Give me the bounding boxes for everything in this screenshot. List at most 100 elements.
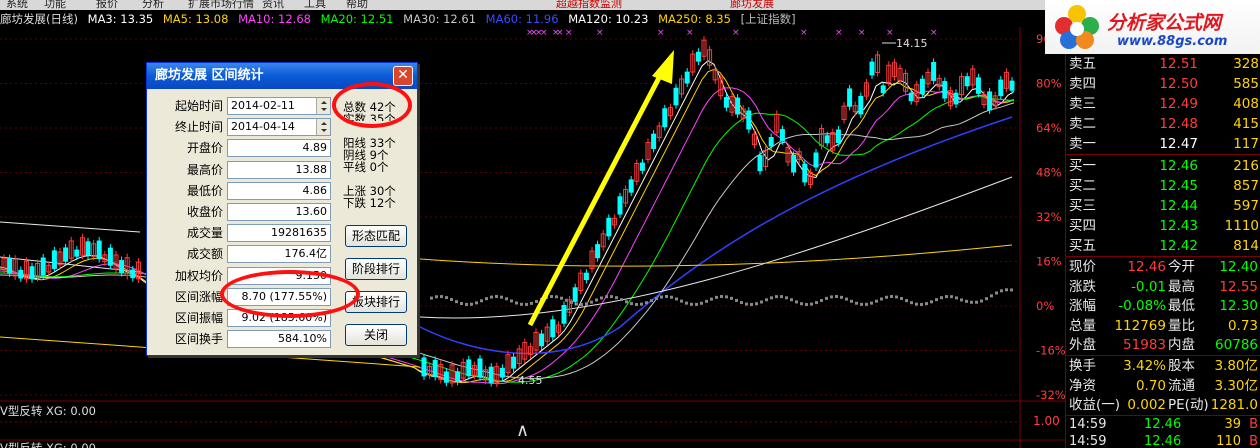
close-icon[interactable]: ✕ [393,66,413,86]
sell-price: 12.48 [1159,116,1198,132]
info-value-2: 12.40 [1219,259,1258,275]
menu-item-ext-market[interactable]: 扩展市场行情 [188,0,254,10]
candle-body [617,196,623,215]
index-tag[interactable]: [上证指数] [741,12,796,26]
menu-item-help[interactable]: 帮助 [346,0,368,10]
candle-body [768,137,774,147]
index-overlay-dot [605,295,608,299]
highlight-ellipse-total [332,82,412,128]
info-label: 涨跌 [1069,278,1096,295]
pct-tick-label: 80% [1036,77,1062,91]
menu-item-news[interactable]: 资讯 [262,0,284,10]
index-overlay-dot [480,299,483,303]
menu-item-index-monitor[interactable]: 超越指数监测 [556,0,622,10]
tick-side: B [1249,433,1258,448]
close-button[interactable]: 关闭 [345,324,407,346]
field-value-text: 584.10% [278,332,327,346]
sell-volume: 415 [1233,116,1259,132]
chart-title: 廊坊发展(日线) [0,12,78,26]
index-overlay-dot [725,295,728,299]
tick-volume: 39 [1224,416,1241,432]
field-row: 终止时间 2014-04-14 [147,116,337,138]
buy-row: 买四 12.43 1110 [1066,216,1260,236]
tick-volume: 110 [1216,433,1241,448]
stage-rank-button[interactable]: 阶段排行 [345,258,407,280]
date-input[interactable]: 2014-02-11 [227,97,331,115]
field-label: 最高价 [186,162,223,177]
candle-body [880,85,886,94]
spinner-icon[interactable] [316,119,330,136]
field-label: 加权均价 [174,268,223,283]
index-overlay-dot [430,296,433,300]
candle-body [96,240,102,260]
index-overlay-dot [1005,288,1008,292]
candle-body [975,77,981,94]
sell-row: 卖五 12.51 328 [1066,54,1260,74]
candle-body [695,51,701,62]
index-overlay-dot [825,296,828,300]
info-label: 换手 [1069,358,1096,374]
buy-label: 买一 [1069,158,1096,174]
candle-body [421,357,427,377]
buy-volume: 597 [1233,198,1259,214]
menu-item-stock-name[interactable]: 廊坊发展 [730,0,774,10]
index-overlay-dot [595,298,598,302]
index-overlay-dot [620,298,623,302]
index-overlay-dot [705,299,708,303]
pct-tick-label: -32% [1036,388,1065,402]
index-overlay-dot [1010,288,1013,292]
index-overlay-dot [475,301,478,305]
buy-row: 买二 12.45 857 [1066,176,1260,196]
index-overlay-dot [550,295,553,299]
index-overlay-dot [695,302,698,306]
menu-item-analysis[interactable]: 分析 [142,0,164,10]
menu-item-function[interactable]: 功能 [44,0,66,10]
index-overlay-dot [935,298,938,302]
candle-body [107,247,113,266]
index-overlay-dot [505,297,508,301]
tick-time: 14:59 [1069,433,1107,448]
buy-label: 买四 [1069,218,1096,234]
menu-bar: 系统 功能 报价 分析 扩展市场行情 资讯 工具 帮助 超越指数监测 廊坊发展 [0,0,1065,10]
buy-price: 12.46 [1159,158,1198,174]
date-input[interactable]: 2014-04-14 [227,118,331,137]
index-overlay-dot [700,301,703,305]
candle-body [443,371,449,383]
index-overlay-dot [610,295,613,299]
index-overlay-dot [635,302,638,306]
index-overlay-dot [875,299,878,303]
info-row: 净资 0.70 流通 3.30亿 [1066,376,1260,396]
index-overlay-dot [650,299,653,303]
indicator-value: 1.00 [1033,414,1060,428]
quote-divider [1066,414,1260,416]
menu-item-tools[interactable]: 工具 [304,0,326,10]
sell-row: 卖三 12.49 408 [1066,94,1260,114]
signal-marker: × [800,28,808,38]
index-overlay-dot [805,302,808,306]
candle-body [662,108,668,128]
signal-marker: × [657,28,665,38]
menu-item-system[interactable]: 系统 [6,0,28,10]
menu-item-quote[interactable]: 报价 [96,0,118,10]
candle-body [919,78,925,95]
sell-volume: 408 [1233,96,1259,112]
candle-body [813,152,819,168]
candle-body [998,79,1004,97]
candle-body [723,97,729,108]
candle-body [85,241,91,256]
index-overlay-dot [750,302,753,306]
index-overlay-dot [540,297,543,301]
index-overlay-dot [885,295,888,299]
pattern-match-button[interactable]: 形态匹配 [345,225,407,247]
index-overlay-dot [800,302,803,306]
candle-body [824,135,830,144]
index-overlay-dot [660,295,663,299]
candle-body [18,269,24,279]
info-row: 涨跌 -0.01 最高 12.55 [1066,277,1260,297]
index-overlay-dot [925,302,928,306]
field-value-text: 4.89 [302,141,328,155]
spinner-icon[interactable] [316,98,330,114]
field-value-text: 2014-04-14 [231,120,295,134]
candle-body [51,250,57,269]
candle-body [539,333,545,347]
